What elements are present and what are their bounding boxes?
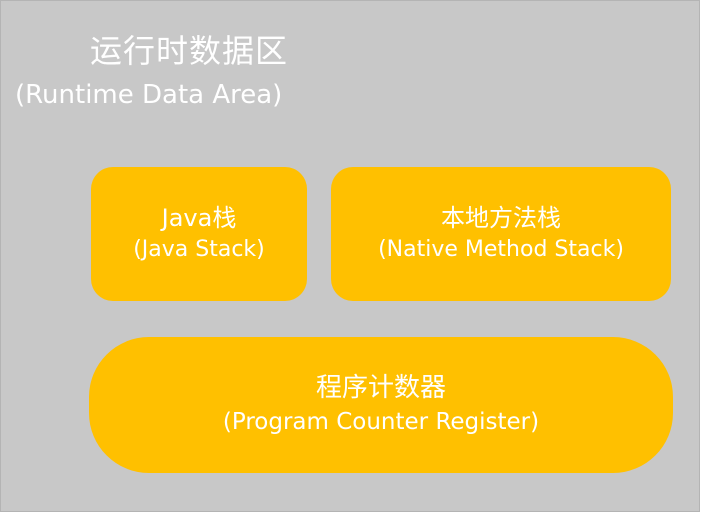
- diagram-canvas: 运行时数据区 (Runtime Data Area) Java栈 (Java S…: [0, 0, 704, 514]
- java-stack-title-en: (Java Stack): [133, 236, 265, 262]
- runtime-data-area-title-en: (Runtime Data Area): [15, 80, 283, 110]
- program-counter-register-title-en: (Program Counter Register): [222, 409, 540, 436]
- java-stack-box: Java栈 (Java Stack): [91, 167, 307, 301]
- native-method-stack-title-en: (Native Method Stack): [378, 236, 624, 262]
- runtime-data-area: 运行时数据区 (Runtime Data Area) Java栈 (Java S…: [0, 0, 700, 512]
- native-method-stack-title-zh: 本地方法栈: [441, 204, 561, 233]
- program-counter-register-title-zh: 程序计数器: [315, 373, 446, 404]
- runtime-data-area-title-zh: 运行时数据区: [89, 32, 288, 70]
- program-counter-register-box: 程序计数器 (Program Counter Register): [89, 337, 673, 473]
- native-method-stack-box: 本地方法栈 (Native Method Stack): [331, 167, 671, 301]
- java-stack-title-zh: Java栈: [161, 204, 237, 233]
- runtime-data-area-title: 运行时数据区 (Runtime Data Area): [15, 31, 345, 112]
